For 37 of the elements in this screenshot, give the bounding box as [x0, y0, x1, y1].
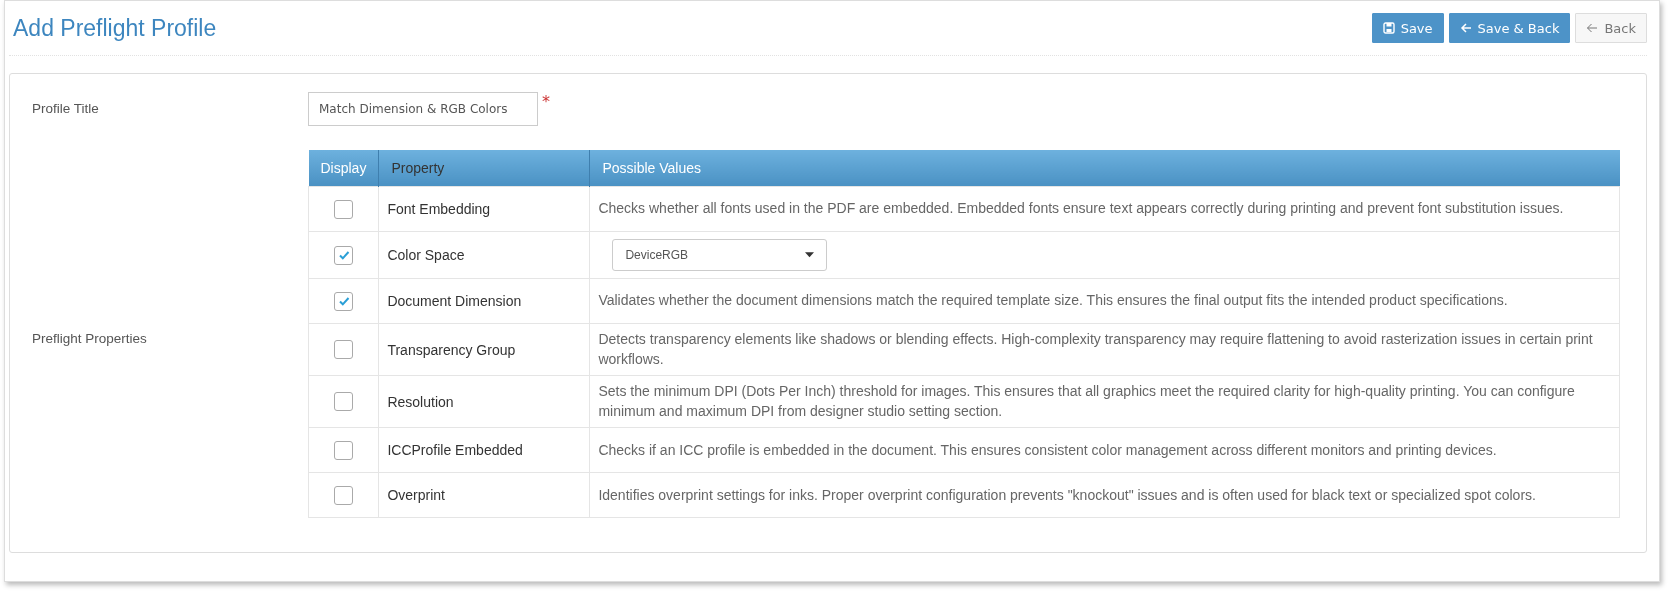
table-cell: Checks if an ICC profile is embedded in the document. This ensures consistent color management across different monitors and printing devices. — [589, 427, 1620, 473]
table-cell: Sets the minimum DPI (Dots Per Inch) threshold for images. This ensures that all graphics meet the required clarity for high-quality printing. You can configure minimum and maximum DPI from designer studio setting section. — [589, 375, 1620, 428]
checkbox[interactable] — [334, 392, 354, 412]
table-cell: Transparency Group — [378, 323, 590, 376]
checkbox[interactable] — [334, 245, 354, 265]
checkbox[interactable] — [334, 340, 354, 360]
arrow-left-icon — [1459, 22, 1472, 34]
toolbar-button[interactable]: Back — [1575, 13, 1647, 43]
table-cell: Validates whether the document dimensions match the required template size. This ensures the final output fits the intended product specifications. — [589, 278, 1620, 324]
table-cell: ICCProfile Embedded — [378, 427, 590, 473]
checkbox[interactable] — [334, 291, 354, 311]
table-cell: Overprint — [378, 472, 590, 518]
field-label: Preflight Properties — [32, 330, 148, 347]
table-cell: Identifies overprint settings for inks. Proper overprint configuration prevents "knockout" issues and is often used for black text or specialized spot colors. — [589, 472, 1620, 518]
caret-icon — [805, 252, 815, 258]
column-header: Possible Values — [602, 160, 701, 176]
table-cell: Resolution — [378, 375, 590, 428]
field-label: Profile Title — [32, 100, 100, 116]
checkmark-icon — [337, 295, 350, 307]
checkmark-icon — [337, 249, 350, 261]
checkbox[interactable] — [334, 485, 354, 505]
table-cell: Checks whether all fonts used in the PDF are embedded. Embedded fonts ensure text appears correctly during printing and prevent font substitution issues. — [589, 186, 1620, 232]
profile-title-field[interactable]: Match Dimension & RGB Colors — [308, 92, 538, 126]
table-cell: Document Dimension — [378, 278, 590, 324]
column-header: Display — [320, 160, 367, 176]
toolbar-button[interactable]: Save & Back — [1448, 13, 1571, 43]
toolbar-button[interactable]: Save — [1371, 13, 1444, 43]
checkbox[interactable] — [334, 199, 354, 219]
table-cell: Font Embedding — [378, 186, 590, 232]
arrow-left-icon — [1586, 22, 1599, 34]
table-cell: Detects transparency elements like shadows or blending effects. High-complexity transparency may require flattening to avoid rasterization issues in certain print workflows. — [589, 323, 1620, 376]
dropdown[interactable]: DeviceRGB — [612, 239, 828, 271]
column-header: Property — [391, 160, 445, 176]
checkbox[interactable] — [334, 440, 354, 460]
page-title: Add Preflight Profile — [13, 14, 217, 42]
required-mark: * — [542, 92, 550, 111]
table-cell: Color Space — [378, 231, 590, 279]
